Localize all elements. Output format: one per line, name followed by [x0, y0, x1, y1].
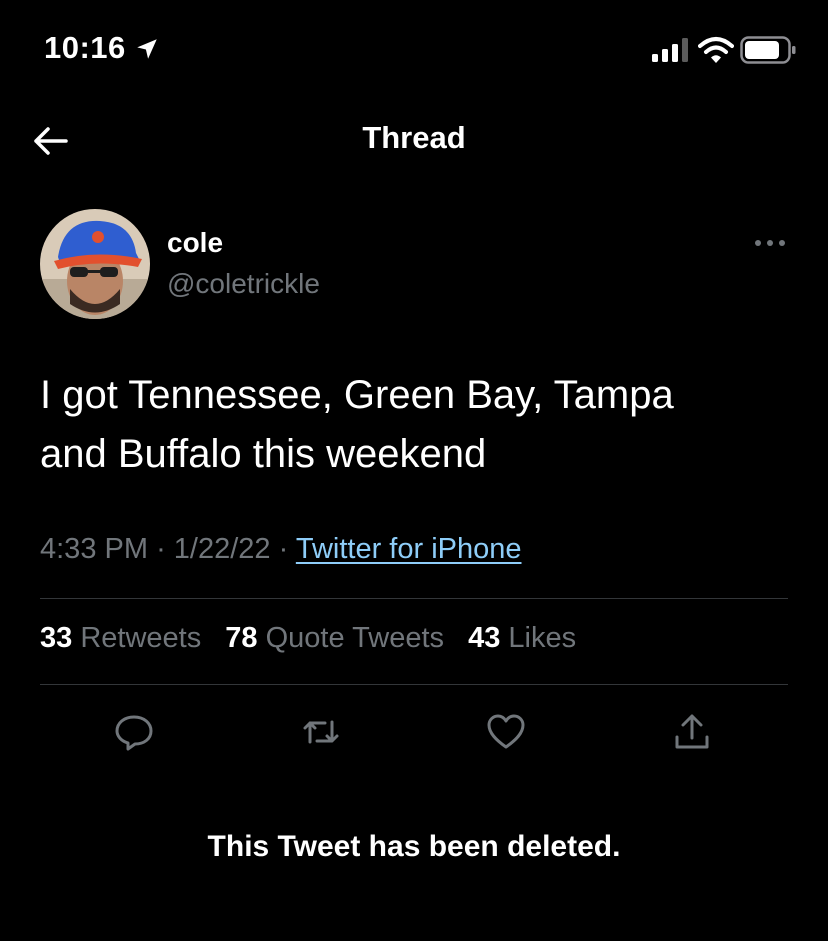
author-name[interactable]: cole [167, 227, 223, 259]
likes-count: 43 [468, 622, 501, 654]
tweet-source-link[interactable]: Twitter for iPhone [296, 533, 522, 565]
retweets-count: 33 [40, 622, 73, 654]
retweets-stat[interactable]: 33 Retweets [40, 622, 201, 654]
wifi-icon [698, 37, 734, 63]
quote-tweets-count: 78 [225, 622, 258, 654]
tweet-date: 1/22/22 [173, 533, 271, 565]
likes-label: Likes [508, 622, 577, 654]
divider [40, 598, 788, 599]
battery-icon [740, 36, 796, 64]
quote-tweets-stat[interactable]: 78 Quote Tweets [225, 622, 444, 654]
page-title: Thread [362, 120, 466, 155]
avatar[interactable] [40, 209, 150, 319]
ellipsis-icon[interactable] [752, 234, 788, 252]
deleted-tweet-notice: This Tweet has been deleted. [207, 830, 621, 863]
status-time: 10:16 [44, 30, 126, 65]
cellular-signal-icon [652, 38, 688, 62]
tweet-meta: 4:33 PM · 1/22/22 · Twitter for iPhone [40, 533, 522, 566]
retweets-label: Retweets [80, 622, 202, 654]
divider [40, 684, 788, 685]
reply-icon[interactable] [114, 712, 154, 752]
meta-separator: · [278, 533, 289, 565]
status-bar: 10:16 [0, 0, 828, 100]
tweet-stats: 33 Retweets 78 Quote Tweets 43 Likes [40, 622, 592, 655]
tweet-time: 4:33 PM [40, 533, 148, 565]
location-arrow-icon [137, 39, 157, 59]
tweet-text: I got Tennessee, Green Bay, Tampa and Bu… [40, 373, 674, 476]
heart-icon[interactable] [486, 712, 526, 752]
retweet-icon[interactable] [301, 712, 341, 752]
author-handle[interactable]: @coletrickle [167, 268, 320, 300]
likes-stat[interactable]: 43 Likes [468, 622, 576, 654]
avatar-image [40, 209, 150, 319]
meta-separator: · [156, 533, 166, 565]
quote-tweets-label: Quote Tweets [265, 622, 445, 654]
share-icon[interactable] [672, 712, 712, 752]
